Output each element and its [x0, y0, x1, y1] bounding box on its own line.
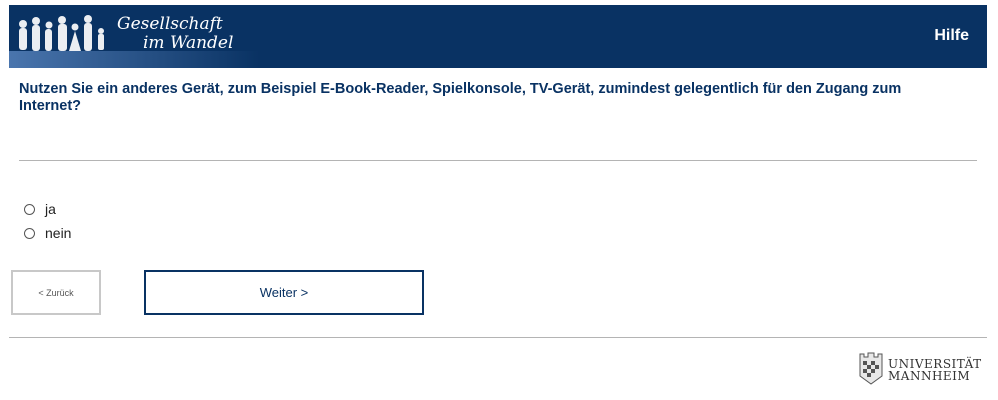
- option-ja[interactable]: ja: [24, 197, 71, 221]
- option-label: nein: [45, 225, 72, 241]
- university-logo: UNIVERSITÄT MANNHEIM: [856, 350, 988, 388]
- divider: [19, 160, 977, 161]
- logo-text: Gesellschaft im Wandel: [117, 15, 233, 53]
- radio-button[interactable]: [24, 227, 35, 239]
- header-banner: Gesellschaft im Wandel Hilfe: [9, 5, 987, 68]
- next-button[interactable]: Weiter >: [144, 270, 424, 315]
- university-name: UNIVERSITÄT MANNHEIM: [888, 358, 982, 382]
- back-button[interactable]: < Zurück: [11, 270, 101, 315]
- logo-line2: im Wandel: [143, 33, 234, 53]
- option-label: ja: [45, 201, 56, 217]
- castle-crest-icon: [859, 352, 883, 385]
- radio-button[interactable]: [24, 203, 35, 215]
- logo: Gesellschaft im Wandel: [9, 5, 259, 68]
- logo-line1: Gesellschaft: [117, 14, 223, 34]
- help-link[interactable]: Hilfe: [934, 27, 969, 45]
- uni-line2: MANNHEIM: [888, 369, 971, 383]
- question-text: Nutzen Sie ein anderes Gerät, zum Beispi…: [19, 81, 902, 114]
- footer-divider: [9, 337, 987, 338]
- answer-options: ja nein: [24, 197, 71, 245]
- option-nein[interactable]: nein: [24, 221, 71, 245]
